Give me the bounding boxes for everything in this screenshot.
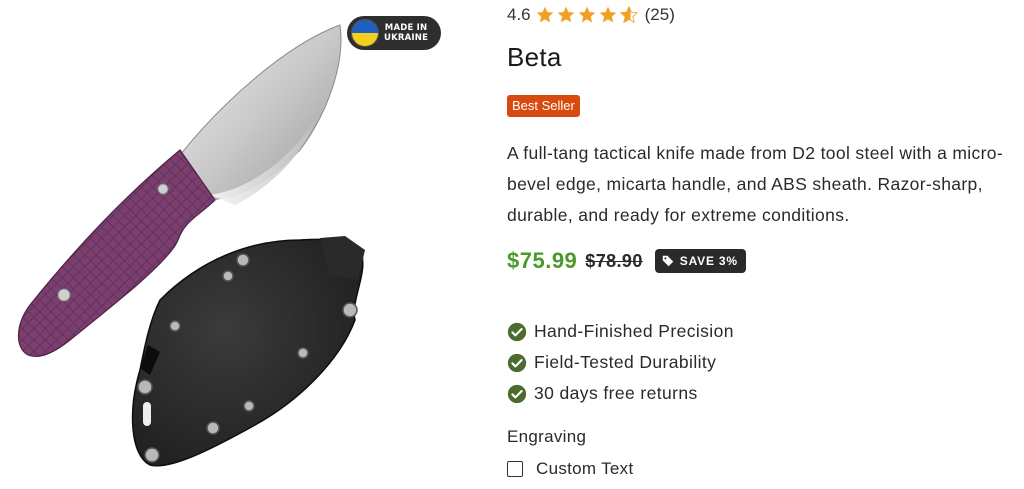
feature-list: Hand-Finished Precision Field-Tested Dur… [507,316,734,409]
star-half-icon [619,5,638,24]
star-icon [536,6,553,23]
tag-icon [662,255,674,267]
ukraine-flag-icon [351,19,379,47]
badge-line2: UKRAINE [384,33,429,43]
product-description: A full-tang tactical knife made from D2 … [507,143,1004,225]
custom-text-label[interactable]: Custom Text [536,459,633,479]
save-label: SAVE 3% [679,254,738,268]
badge-line1: MADE IN [384,23,428,33]
original-price: $78.90 [585,250,643,271]
rating-count[interactable]: (25) [645,5,675,25]
current-price: $75.99 [507,248,578,273]
check-circle-icon [507,384,527,403]
custom-text-checkbox[interactable]: Custom Text [507,459,633,479]
check-circle-icon [507,353,527,372]
list-item: 30 days free returns [507,378,734,409]
star-icon [557,6,574,23]
feature-text: Field-Tested Durability [534,352,717,372]
list-item: Hand-Finished Precision [507,316,734,347]
rating-stars [535,5,639,25]
check-circle-icon [507,322,527,341]
feature-text: Hand-Finished Precision [534,321,734,341]
product-title: Beta [507,42,562,72]
product-rating[interactable]: 4.6 (25) [507,4,675,26]
list-item: Field-Tested Durability [507,347,734,378]
feature-text: 30 days free returns [534,383,698,403]
product-image-gallery[interactable]: MADE IN UKRAINE [0,0,470,489]
price-block: $75.99 $78.90 SAVE 3% [507,246,746,276]
product-image[interactable] [0,0,470,489]
save-badge: SAVE 3% [654,249,746,273]
best-seller-badge: Best Seller [507,95,580,117]
rating-score: 4.6 [507,5,531,24]
made-in-ukraine-badge: MADE IN UKRAINE [347,16,441,50]
star-icon [599,6,616,23]
star-icon [578,6,595,23]
checkbox[interactable] [507,461,523,477]
engraving-label: Engraving [507,427,587,446]
